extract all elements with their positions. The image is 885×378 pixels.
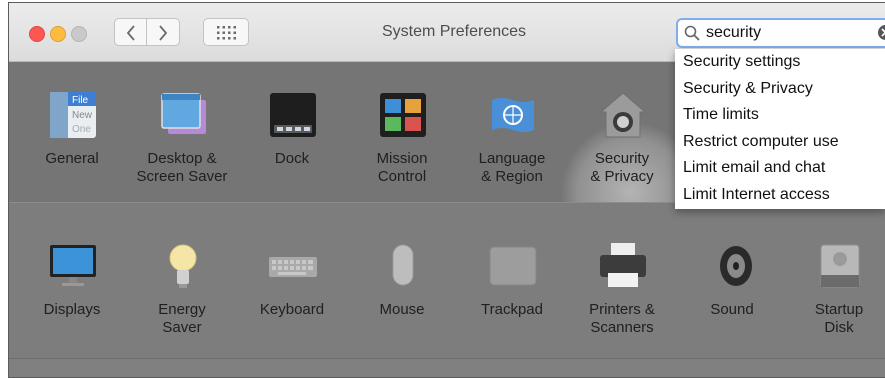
pane-label: Printers & Scanners — [589, 301, 655, 336]
suggestion-time-limits[interactable]: Time limits — [675, 102, 885, 129]
suggestion-restrict-computer-use[interactable]: Restrict computer use — [675, 129, 885, 156]
close-window-button[interactable] — [29, 26, 45, 42]
search-icon — [684, 25, 700, 41]
pane-mission-control[interactable]: Mission Control — [352, 62, 452, 192]
pane-dock[interactable]: Dock — [242, 62, 342, 192]
keyboard-icon — [269, 257, 317, 277]
pane-label: Sound — [710, 301, 754, 318]
pane-startup-disk[interactable]: Startup Disk — [789, 203, 885, 336]
pane-language-region[interactable]: Language & Region — [462, 62, 562, 192]
trackpad-icon — [489, 246, 537, 286]
minimize-window-button[interactable] — [50, 26, 66, 42]
pane-displays[interactable]: Displays — [22, 203, 122, 333]
chevron-right-icon — [159, 25, 168, 41]
pane-label: Displays — [43, 301, 101, 318]
pane-label: Language & Region — [478, 150, 546, 185]
pane-label: General — [45, 150, 99, 167]
preferences-row-partial — [9, 358, 885, 377]
mission-control-icon — [380, 93, 426, 137]
monitor-icon — [50, 245, 96, 286]
speaker-icon — [720, 246, 752, 286]
close-icon — [881, 28, 885, 37]
general-icon-new-text: New — [72, 110, 93, 121]
pane-label: Trackpad — [481, 301, 543, 318]
forward-button[interactable] — [147, 18, 180, 46]
pane-label: Startup Disk — [814, 301, 864, 336]
pane-label: Security & Privacy — [590, 150, 654, 185]
printer-icon — [600, 243, 646, 287]
pane-mouse[interactable]: Mouse — [352, 203, 452, 333]
chevron-left-icon — [126, 25, 135, 41]
pane-label: Dock — [274, 150, 310, 167]
desktop-icon — [161, 93, 206, 134]
pane-label: Energy Saver — [158, 301, 206, 336]
search-field[interactable] — [676, 18, 885, 48]
general-icon-one-text: One — [72, 124, 91, 135]
search-suggestions-menu: Security settings Security & Privacy Tim… — [675, 49, 885, 209]
grid-icon — [217, 26, 236, 40]
suggestion-security-settings[interactable]: Security settings — [675, 49, 885, 76]
preferences-row-hardware: Displays Energy Saver Keyboard Mouse Tra… — [9, 202, 885, 358]
show-all-button[interactable] — [203, 18, 249, 46]
search-input[interactable] — [706, 23, 856, 43]
pane-sound[interactable]: Sound — [682, 203, 782, 333]
pane-label: Keyboard — [259, 301, 325, 318]
pane-label: Mission Control — [376, 150, 428, 185]
pane-label: Desktop & Screen Saver — [136, 150, 228, 185]
pane-printers-scanners[interactable]: Printers & Scanners — [572, 203, 672, 336]
pane-label: Mouse — [379, 301, 425, 318]
lightbulb-icon — [169, 244, 197, 288]
window-title: System Preferences — [381, 23, 527, 40]
suggestion-limit-email-chat[interactable]: Limit email and chat — [675, 155, 885, 182]
pane-keyboard[interactable]: Keyboard — [242, 203, 342, 333]
pane-desktop-screen-saver[interactable]: Desktop & Screen Saver — [132, 62, 232, 192]
pane-security-privacy[interactable]: Security & Privacy — [572, 62, 672, 192]
general-icon: File New One — [50, 92, 96, 138]
zoom-window-button[interactable] — [71, 26, 87, 42]
disk-icon — [820, 244, 860, 288]
clear-search-button[interactable] — [878, 25, 885, 40]
suggestion-security-privacy[interactable]: Security & Privacy — [675, 76, 885, 103]
back-button[interactable] — [114, 18, 147, 46]
globe-flag-icon — [492, 98, 534, 132]
pane-general[interactable]: File New One General — [22, 62, 122, 192]
house-lock-icon — [599, 92, 647, 138]
general-icon-file-text: File — [72, 95, 89, 106]
mouse-icon — [392, 244, 414, 286]
pane-energy-saver[interactable]: Energy Saver — [132, 203, 232, 336]
suggestion-limit-internet-access[interactable]: Limit Internet access — [675, 182, 885, 209]
pane-trackpad[interactable]: Trackpad — [462, 203, 562, 333]
dock-icon — [270, 93, 316, 137]
